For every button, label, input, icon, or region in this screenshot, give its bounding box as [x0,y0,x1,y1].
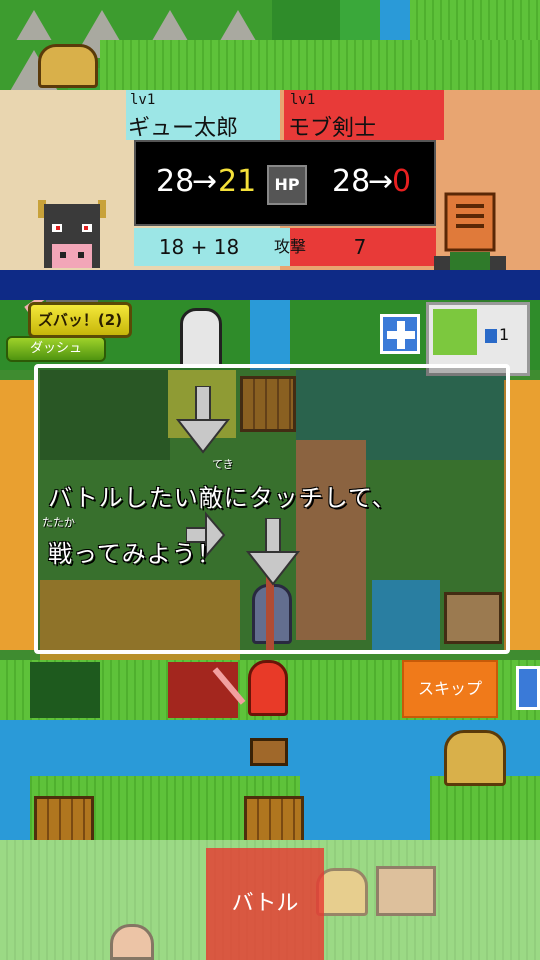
ally-hp-before: 28 [156,164,195,199]
tutorial-dialog: てき バトルしたい敵にタッチして、 たたか 戦ってみよう！ [34,364,510,654]
enemy-level: lv1 [290,92,316,108]
enemy-unit-icon[interactable] [248,660,288,716]
skip-button[interactable]: スキップ [402,660,498,718]
ally-name: ギュー太郎 [128,116,239,141]
zubat-skill-button[interactable]: ズバッ！(2) [28,302,132,338]
dash-button[interactable]: ダッシュ [6,336,106,362]
river-tile [300,776,430,840]
plus-icon [516,666,540,710]
river-tile [0,776,30,840]
down-arrow-icon [246,518,300,586]
dialog-line-2: 戦ってみよう！ [48,540,222,568]
grass-tile [100,40,540,90]
attack-label: 攻撃 [264,228,316,266]
hut-icon [444,730,506,786]
heal-plus-icon [380,314,420,354]
enemy-name: モブ剣士 [288,116,377,141]
ally-level: lv1 [130,92,156,108]
ruby-tatakai: たたか [42,516,75,529]
divider-strip [0,270,540,300]
enemy-name-box: lv1 モブ剣士 [284,90,444,141]
enemy-hp-arrow: → [368,164,394,199]
water-tile [380,0,410,40]
bridge-tile [34,796,94,844]
down-arrow-icon [176,386,230,454]
enemy-hp-after: 0 [392,164,412,199]
battle-button[interactable]: バトル [206,848,324,960]
ally-attack: 18 + 18 [134,228,264,266]
ally-name-box: lv1 ギュー太郎 [126,90,280,141]
ally-hp-arrow: → [192,164,218,199]
battle-forecast-panel: lv1 ギュー太郎 lv1 モブ剣士 28 → 21 HP 28 → 0 18 … [0,90,540,362]
forest-tile [30,662,100,718]
gravestone-icon [180,308,222,368]
dialog-line-1: バトルしたい敵にタッチして、 [48,484,397,512]
ally-hp-after: 21 [218,164,257,199]
signpost-icon [250,738,288,766]
move-count: 1 [499,325,510,344]
boot-icon [485,329,497,343]
hp-forecast-box: 28 → 21 HP 28 → 0 [134,140,436,226]
enemy-hp-before: 28 [332,164,371,199]
ruby-teki: てき [212,458,234,471]
dirt-tile [0,380,34,650]
hp-badge: HP [267,165,307,205]
bridge-tile [244,796,304,844]
hut-icon [38,44,98,88]
attack-row: 18 + 18 7 攻撃 [134,228,436,266]
grass-preview-icon [433,309,477,355]
